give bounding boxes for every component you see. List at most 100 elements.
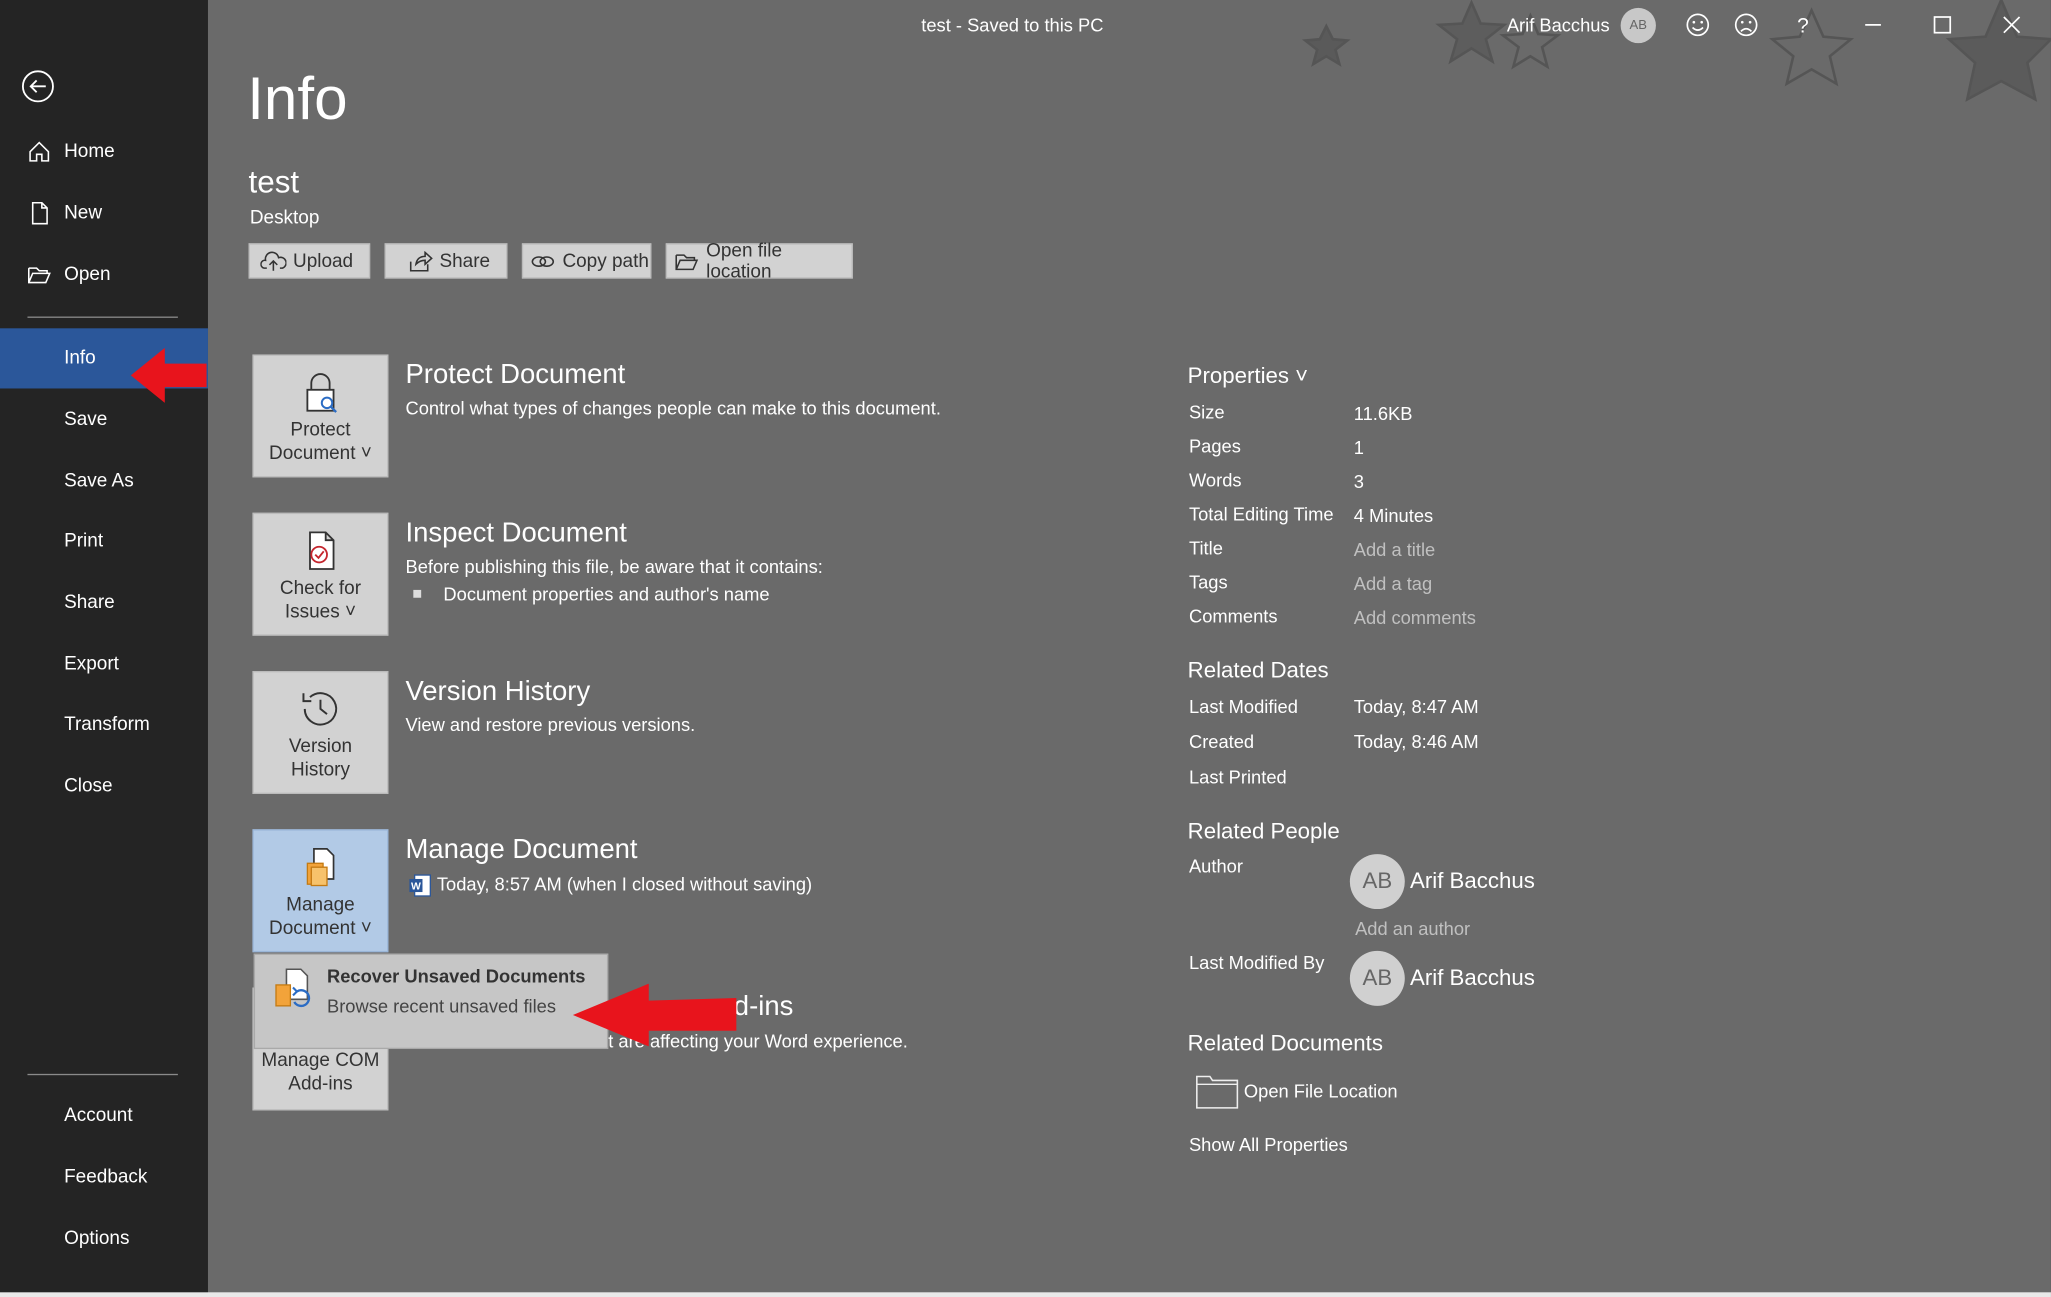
- sidebar-item-label: Print: [64, 531, 104, 552]
- modifier-avatar[interactable]: AB: [1349, 950, 1405, 1006]
- title-field[interactable]: Add a title: [1354, 539, 1435, 560]
- unsaved-version-entry[interactable]: Today, 8:57 AM (when I closed without sa…: [437, 874, 812, 895]
- sidebar-item-account[interactable]: Account: [0, 1086, 208, 1146]
- inspect-document-description: Before publishing this file, be aware th…: [405, 555, 823, 577]
- recover-unsaved-dropdown[interactable]: Recover Unsaved Documents Browse recent …: [253, 953, 609, 1050]
- property-value: 3: [1353, 470, 1364, 492]
- document-location: Desktop: [249, 207, 320, 229]
- sidebar-item-print[interactable]: Print: [0, 511, 208, 571]
- sidebar-item-label: Transform: [64, 714, 150, 736]
- manage-document-icon: [306, 848, 335, 887]
- open-file-location-label: Open file location: [706, 240, 783, 282]
- history-clock-icon: [302, 692, 338, 726]
- open-file-location-link[interactable]: Open File Location: [1244, 1080, 1398, 1101]
- version-history-line1: Version: [288, 736, 353, 758]
- check-issues-line2: Issues ˅: [284, 601, 357, 623]
- protect-document-button[interactable]: Protect Document ˅: [252, 354, 389, 478]
- tags-field[interactable]: Add a tag: [1354, 573, 1432, 594]
- version-history-title: Version History: [405, 676, 591, 707]
- property-label: Title: [1188, 537, 1223, 559]
- user-name[interactable]: Arif Bacchus: [1507, 14, 1610, 35]
- upload-icon: [260, 250, 287, 271]
- version-history-description: View and restore previous versions.: [405, 714, 696, 736]
- version-history-line2: History: [290, 759, 350, 781]
- close-icon[interactable]: [1999, 12, 2025, 38]
- bullet-marker: [413, 589, 422, 598]
- new-document-icon: [31, 201, 48, 225]
- sidebar-item-label: Open: [64, 264, 111, 286]
- sidebar-item-label: Save: [64, 409, 108, 431]
- protect-button-line2: Document ˅: [269, 443, 372, 465]
- svg-text:?: ?: [1797, 15, 1809, 38]
- property-label: Words: [1188, 469, 1242, 491]
- svg-text:W: W: [411, 881, 421, 892]
- author-avatar[interactable]: AB: [1349, 854, 1405, 910]
- document-name: test: [248, 164, 300, 201]
- last-modified-by-label: Last Modified By: [1188, 952, 1325, 974]
- com-addins-line1: Manage COM: [261, 1050, 380, 1072]
- back-arrow-icon[interactable]: [21, 69, 55, 103]
- sidebar-item-options[interactable]: Options: [0, 1209, 208, 1269]
- maximize-icon[interactable]: [1929, 12, 1955, 38]
- version-history-button[interactable]: Version History: [252, 671, 389, 794]
- sidebar-item-label: Share: [64, 592, 115, 614]
- com-addins-line2: Add-ins: [288, 1073, 353, 1095]
- property-value: 1: [1353, 436, 1364, 458]
- annotation-arrow: [572, 983, 737, 1047]
- sidebar-item-close[interactable]: Close: [0, 756, 208, 816]
- manage-document-line2: Document ˅: [269, 918, 372, 940]
- comments-field[interactable]: Add comments: [1354, 607, 1476, 628]
- sidebar-item-label: New: [64, 202, 103, 224]
- add-author-field[interactable]: Add an author: [1355, 918, 1470, 939]
- property-label: Total Editing Time: [1188, 503, 1334, 525]
- check-for-issues-button[interactable]: Check for Issues ˅: [252, 512, 389, 636]
- property-value: 4 Minutes: [1353, 504, 1434, 526]
- open-file-location-button[interactable]: Open file location: [665, 240, 853, 282]
- link-icon: [531, 255, 555, 267]
- sidebar-item-open[interactable]: Open: [0, 245, 208, 305]
- properties-header[interactable]: Properties ˅: [1188, 364, 1309, 390]
- copy-path-label: Copy path: [562, 250, 649, 272]
- sidebar-item-label: Account: [64, 1105, 133, 1127]
- recover-unsaved-subtitle: Browse recent unsaved files: [327, 995, 557, 1017]
- sidebar-item-label: Info: [64, 347, 96, 369]
- sidebar-item-export[interactable]: Export: [0, 634, 208, 694]
- upload-button[interactable]: Upload: [248, 243, 371, 279]
- sidebar-item-save-as[interactable]: Save As: [0, 451, 208, 511]
- lock-icon: [306, 373, 337, 413]
- author-name[interactable]: Arif Bacchus: [1410, 869, 1535, 895]
- date-value: Today, 8:46 AM: [1353, 731, 1479, 753]
- home-icon: [29, 141, 50, 162]
- window-bottom-edge: [0, 1292, 2051, 1297]
- copy-path-button[interactable]: Copy path: [521, 243, 652, 279]
- minimize-icon[interactable]: [1860, 12, 1886, 38]
- frown-icon[interactable]: [1733, 12, 1759, 38]
- sidebar-item-share[interactable]: Share: [0, 573, 208, 633]
- help-icon[interactable]: ?: [1791, 12, 1817, 38]
- show-all-properties-link[interactable]: Show All Properties: [1189, 1134, 1348, 1155]
- sidebar-divider: [27, 1073, 178, 1076]
- sidebar-item-feedback[interactable]: Feedback: [0, 1147, 208, 1207]
- check-issues-line1: Check for: [279, 578, 362, 600]
- manage-document-button[interactable]: Manage Document ˅: [252, 829, 389, 953]
- share-button[interactable]: Share: [384, 243, 508, 279]
- smiley-icon[interactable]: [1685, 12, 1711, 38]
- word-backstage-window: test - Saved to this PC Arif Bacchus AB …: [0, 0, 2051, 1297]
- manage-document-line1: Manage: [286, 894, 355, 916]
- annotation-arrow: [130, 347, 207, 403]
- sidebar-item-new[interactable]: New: [0, 183, 208, 243]
- sidebar-item-home[interactable]: Home: [0, 122, 208, 182]
- modifier-name[interactable]: Arif Bacchus: [1410, 965, 1535, 991]
- user-avatar[interactable]: AB: [1620, 7, 1656, 44]
- date-label: Created: [1188, 731, 1255, 753]
- word-doc-icon: W: [409, 874, 431, 897]
- inspect-bullet-text: Document properties and author's name: [443, 583, 770, 605]
- sidebar-item-label: Options: [64, 1228, 130, 1250]
- property-value: 11.6KB: [1353, 402, 1413, 424]
- sidebar-item-label: Feedback: [64, 1166, 148, 1188]
- window-title: test - Saved to this PC: [921, 14, 1104, 36]
- sidebar-item-transform[interactable]: Transform: [0, 695, 208, 755]
- related-dates-header: Related Dates: [1187, 657, 1329, 683]
- protect-button-line1: Protect: [290, 419, 351, 441]
- property-label: Pages: [1188, 435, 1241, 457]
